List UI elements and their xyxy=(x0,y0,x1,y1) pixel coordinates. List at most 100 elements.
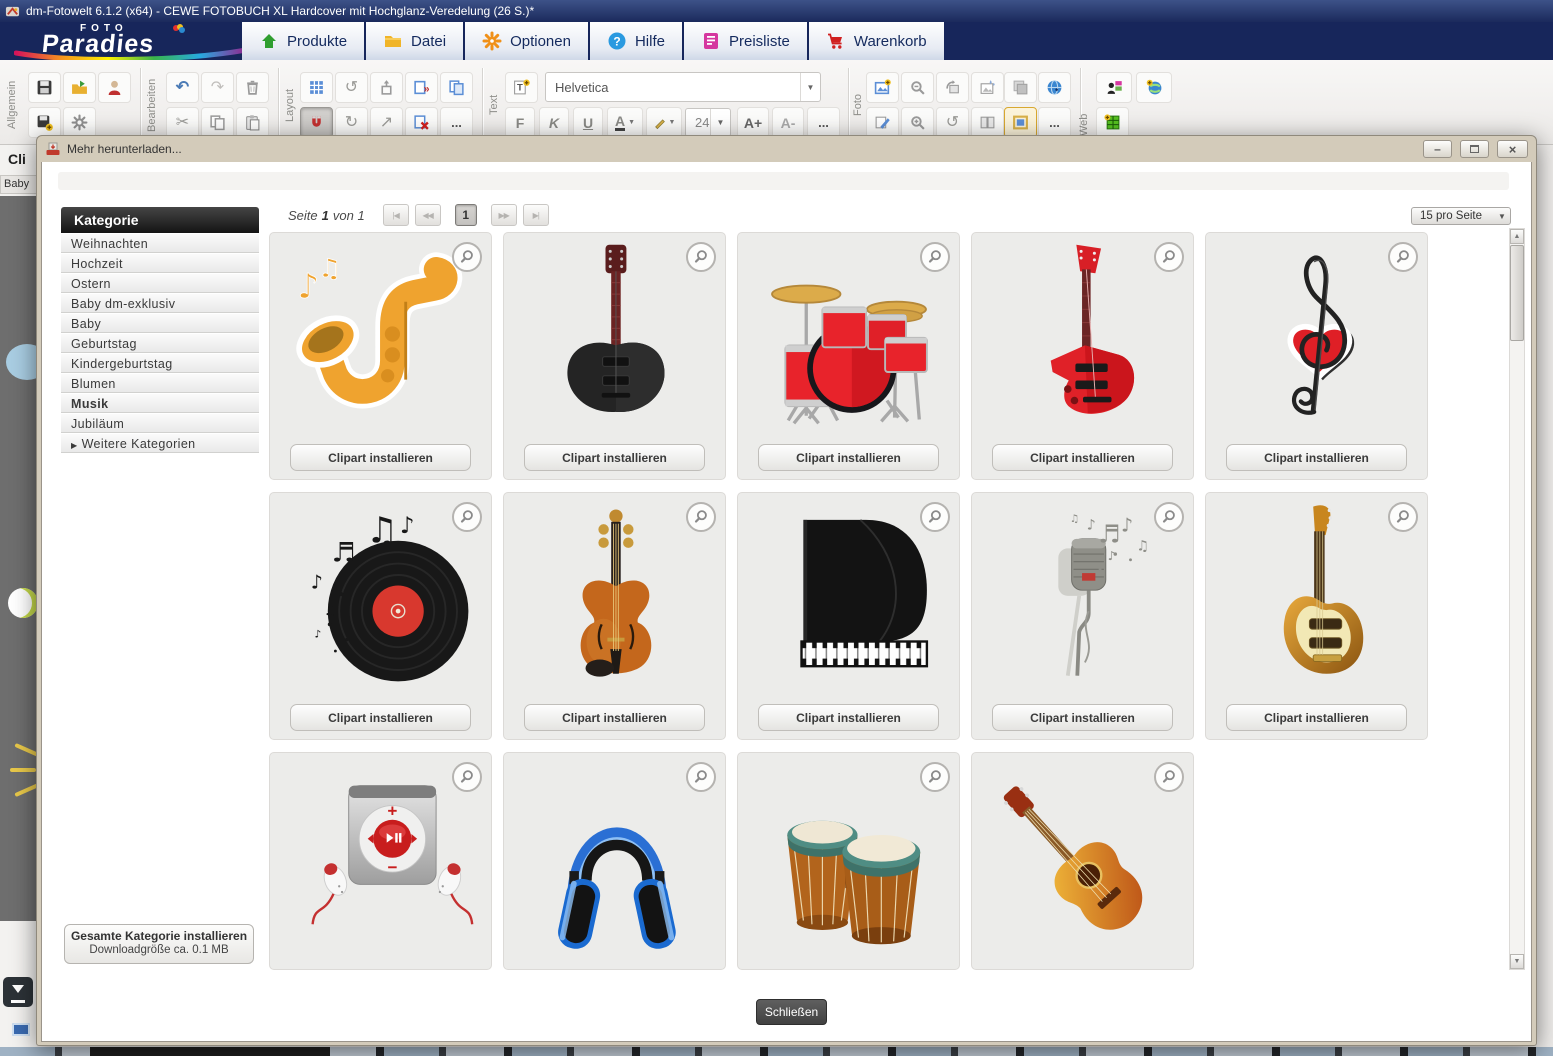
split-view-button[interactable] xyxy=(971,107,1004,138)
add-photo-button[interactable] xyxy=(866,72,899,103)
nav-hilfe-button[interactable]: ? Hilfe xyxy=(590,22,684,60)
nav-warenkorb-button[interactable]: Warenkorb xyxy=(809,22,946,60)
category-item-hochzeit[interactable]: Hochzeit xyxy=(61,253,259,273)
undo-button[interactable]: ↶ xyxy=(166,72,199,103)
install-clipart-button[interactable]: Clipart installieren xyxy=(290,444,471,471)
move-element-button[interactable] xyxy=(370,72,403,103)
maximize-button[interactable] xyxy=(1460,140,1489,158)
page-1-button[interactable]: 1 xyxy=(455,204,477,226)
next-page-button[interactable]: ▶▶ xyxy=(491,204,517,226)
duplicate-photo-button[interactable] xyxy=(1004,72,1037,103)
rotate-photo-back-button[interactable]: ↺ xyxy=(936,107,969,138)
category-item-musik[interactable]: Musik xyxy=(61,393,259,413)
minimize-button[interactable]: – xyxy=(1423,140,1452,158)
font-smaller-button[interactable]: A- xyxy=(772,107,804,138)
category-item-baby[interactable]: Baby xyxy=(61,313,259,333)
zoom-clipart-button[interactable] xyxy=(1388,502,1418,532)
install-clipart-button[interactable]: Clipart installieren xyxy=(524,704,705,731)
zoom-clipart-button[interactable] xyxy=(1154,502,1184,532)
magnet-snap-button[interactable] xyxy=(300,107,333,138)
category-item-geburtstag[interactable]: Geburtstag xyxy=(61,333,259,353)
last-page-button[interactable]: ▶| xyxy=(523,204,549,226)
add-text-button[interactable]: T xyxy=(505,72,538,103)
rotate-photo-button[interactable] xyxy=(936,72,969,103)
scroll-down-button[interactable]: ▼ xyxy=(1510,954,1524,969)
photo-more-button[interactable]: ... xyxy=(1038,107,1071,138)
baby-category-tab[interactable]: Baby xyxy=(0,175,37,194)
zoom-out-photo-button[interactable] xyxy=(901,72,934,103)
scroll-up-button[interactable]: ▲ xyxy=(1510,229,1524,244)
grid-button[interactable] xyxy=(300,72,333,103)
category-item-weitere-kategorien[interactable]: ▶Weitere Kategorien xyxy=(61,433,259,453)
web-gallery-button[interactable] xyxy=(1096,107,1129,138)
install-clipart-button[interactable]: Clipart installieren xyxy=(992,444,1173,471)
zoom-clipart-button[interactable] xyxy=(686,242,716,272)
taskbar-app-icon[interactable] xyxy=(12,1023,30,1036)
bold-button[interactable]: F xyxy=(505,107,535,138)
zoom-clipart-button[interactable] xyxy=(452,502,482,532)
profile-button[interactable] xyxy=(98,72,131,103)
internet-upload-button[interactable] xyxy=(1136,72,1172,103)
duplicate-page-button[interactable] xyxy=(440,72,473,103)
category-item-blumen[interactable]: Blumen xyxy=(61,373,259,393)
nav-produkte-button[interactable]: Produkte xyxy=(242,22,366,60)
prev-page-button[interactable]: ◀◀ xyxy=(415,204,441,226)
download-more-cliparts-button[interactable] xyxy=(3,977,33,1007)
install-clipart-button[interactable]: Clipart installieren xyxy=(1226,704,1407,731)
zoom-in-photo-button[interactable] xyxy=(901,107,934,138)
install-clipart-button[interactable]: Clipart installieren xyxy=(758,444,939,471)
category-item-jubilaeum[interactable]: Jubiläum xyxy=(61,413,259,433)
raise-element-button[interactable]: ↗ xyxy=(370,107,403,138)
nav-datei-button[interactable]: Datei xyxy=(366,22,465,60)
schliessen-button[interactable]: Schließen xyxy=(756,999,827,1025)
layout-more-button[interactable]: ... xyxy=(440,107,473,138)
font-bigger-button[interactable]: A+ xyxy=(737,107,769,138)
zoom-clipart-button[interactable] xyxy=(920,762,950,792)
zoom-clipart-button[interactable] xyxy=(686,502,716,532)
delete-button[interactable] xyxy=(236,72,269,103)
zoom-clipart-button[interactable] xyxy=(1154,762,1184,792)
save-button[interactable] xyxy=(28,72,61,103)
font-color-button[interactable]: A▼ xyxy=(607,107,643,138)
zoom-clipart-button[interactable] xyxy=(686,762,716,792)
edit-photo-button[interactable] xyxy=(866,107,899,138)
scrollbar-thumb[interactable] xyxy=(1510,245,1524,341)
install-clipart-button[interactable]: Clipart installieren xyxy=(290,704,471,731)
first-page-button[interactable]: |◀ xyxy=(383,204,409,226)
install-clipart-button[interactable]: Clipart installieren xyxy=(758,704,939,731)
copy-button[interactable] xyxy=(201,107,234,138)
zoom-clipart-button[interactable] xyxy=(920,502,950,532)
rotate-left-button[interactable]: ↺ xyxy=(335,72,368,103)
install-category-button[interactable]: Gesamte Kategorie installieren Downloadg… xyxy=(64,924,254,964)
enhance-photo-button[interactable] xyxy=(971,72,1004,103)
photo-web-button[interactable] xyxy=(1038,72,1071,103)
category-item-baby-dm-exklusiv[interactable]: Baby dm-exklusiv xyxy=(61,293,259,313)
font-size-select[interactable]: 24 ▼ xyxy=(685,108,731,137)
page-forward-button[interactable]: » xyxy=(405,72,438,103)
page-size-select[interactable]: 15 pro Seite ▼ xyxy=(1411,207,1511,225)
category-item-ostern[interactable]: Ostern xyxy=(61,273,259,293)
save-as-button[interactable] xyxy=(28,107,61,138)
text-more-button[interactable]: ... xyxy=(807,107,840,138)
category-item-kindergeburtstag[interactable]: Kindergeburtstag xyxy=(61,353,259,373)
install-clipart-button[interactable]: Clipart installieren xyxy=(992,704,1173,731)
zoom-clipart-button[interactable] xyxy=(1154,242,1184,272)
zoom-clipart-button[interactable] xyxy=(452,242,482,272)
italic-button[interactable]: K xyxy=(539,107,569,138)
settings-gear-button[interactable] xyxy=(63,107,96,138)
nav-optionen-button[interactable]: Optionen xyxy=(465,22,590,60)
delete-page-button[interactable] xyxy=(405,107,438,138)
redo-button[interactable]: ↷ xyxy=(201,72,234,103)
font-family-select[interactable]: Helvetica ▼ xyxy=(545,72,821,102)
rotate-right-button[interactable]: ↻ xyxy=(335,107,368,138)
zoom-clipart-button[interactable] xyxy=(1388,242,1418,272)
open-project-button[interactable] xyxy=(63,72,96,103)
install-clipart-button[interactable]: Clipart installieren xyxy=(524,444,705,471)
nav-preisliste-button[interactable]: Preisliste xyxy=(684,22,809,60)
zoom-clipart-button[interactable] xyxy=(452,762,482,792)
paste-button[interactable] xyxy=(236,107,269,138)
underline-button[interactable]: U xyxy=(573,107,603,138)
category-item-weihnachten[interactable]: Weihnachten xyxy=(61,233,259,253)
close-button[interactable]: × xyxy=(1497,140,1528,158)
cut-button[interactable]: ✂ xyxy=(166,107,199,138)
